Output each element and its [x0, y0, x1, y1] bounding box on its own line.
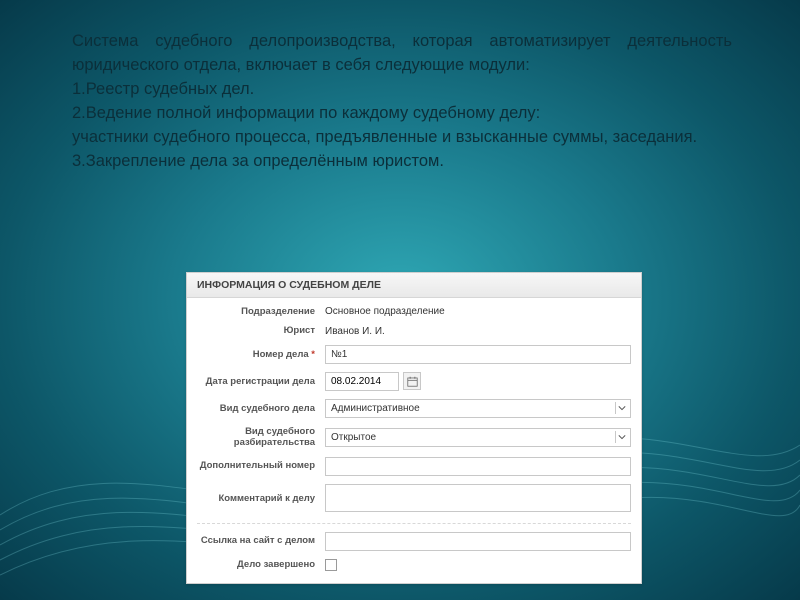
intro-text: Система судебного делопроизводства, кото…: [72, 30, 732, 78]
row-completed: Дело завершено: [197, 555, 631, 575]
comment-textarea[interactable]: [325, 484, 631, 512]
label-reg-date: Дата регистрации дела: [197, 376, 325, 387]
list-item-3: 3.Закрепление дела за определённым юрист…: [72, 150, 732, 174]
hearing-type-select[interactable]: [325, 428, 631, 447]
list-item-1: 1.Реестр судебных дел.: [72, 78, 732, 102]
row-site-link: Ссылка на сайт с делом: [197, 528, 631, 555]
label-completed: Дело завершено: [197, 559, 325, 570]
value-department: Основное подразделение: [325, 306, 631, 317]
divider: [197, 523, 631, 524]
row-lawyer: Юрист Иванов И. И.: [197, 321, 631, 340]
list-item-2: 2.Ведение полной информации по каждому с…: [72, 102, 732, 126]
row-case-number: Номер дела *: [197, 341, 631, 368]
label-case-number-text: Номер дела: [253, 349, 309, 360]
reg-date-input[interactable]: [325, 372, 399, 391]
label-extra-number: Дополнительный номер: [197, 460, 325, 471]
form-body: Подразделение Основное подразделение Юри…: [187, 298, 641, 583]
row-extra-number: Дополнительный номер: [197, 453, 631, 480]
calendar-button[interactable]: [403, 372, 421, 390]
row-department: Подразделение Основное подразделение: [197, 302, 631, 321]
row-case-type: Вид судебного дела: [197, 395, 631, 422]
list-item-2b: участники судебного процесса, предъявлен…: [72, 126, 732, 150]
label-case-type: Вид судебного дела: [197, 403, 325, 414]
site-link-input[interactable]: [325, 532, 631, 551]
value-lawyer: Иванов И. И.: [325, 326, 631, 337]
calendar-icon: [407, 376, 418, 387]
extra-number-input[interactable]: [325, 457, 631, 476]
case-number-input[interactable]: [325, 345, 631, 364]
slide-description: Система судебного делопроизводства, кото…: [72, 30, 732, 174]
case-form: ИНФОРМАЦИЯ О СУДЕБНОМ ДЕЛЕ Подразделение…: [186, 272, 642, 584]
label-lawyer: Юрист: [197, 325, 325, 336]
label-hearing-type: Вид судебного разбирательства: [197, 426, 325, 449]
case-type-select[interactable]: [325, 399, 631, 418]
label-case-number: Номер дела *: [197, 349, 325, 360]
required-mark: *: [311, 349, 315, 360]
row-hearing-type: Вид судебного разбирательства: [197, 422, 631, 453]
completed-checkbox[interactable]: [325, 559, 337, 571]
row-comment: Комментарий к делу: [197, 480, 631, 519]
label-site-link: Ссылка на сайт с делом: [197, 535, 325, 546]
form-header: ИНФОРМАЦИЯ О СУДЕБНОМ ДЕЛЕ: [187, 273, 641, 298]
label-comment: Комментарий к делу: [197, 493, 325, 504]
label-department: Подразделение: [197, 306, 325, 317]
row-reg-date: Дата регистрации дела: [197, 368, 631, 395]
